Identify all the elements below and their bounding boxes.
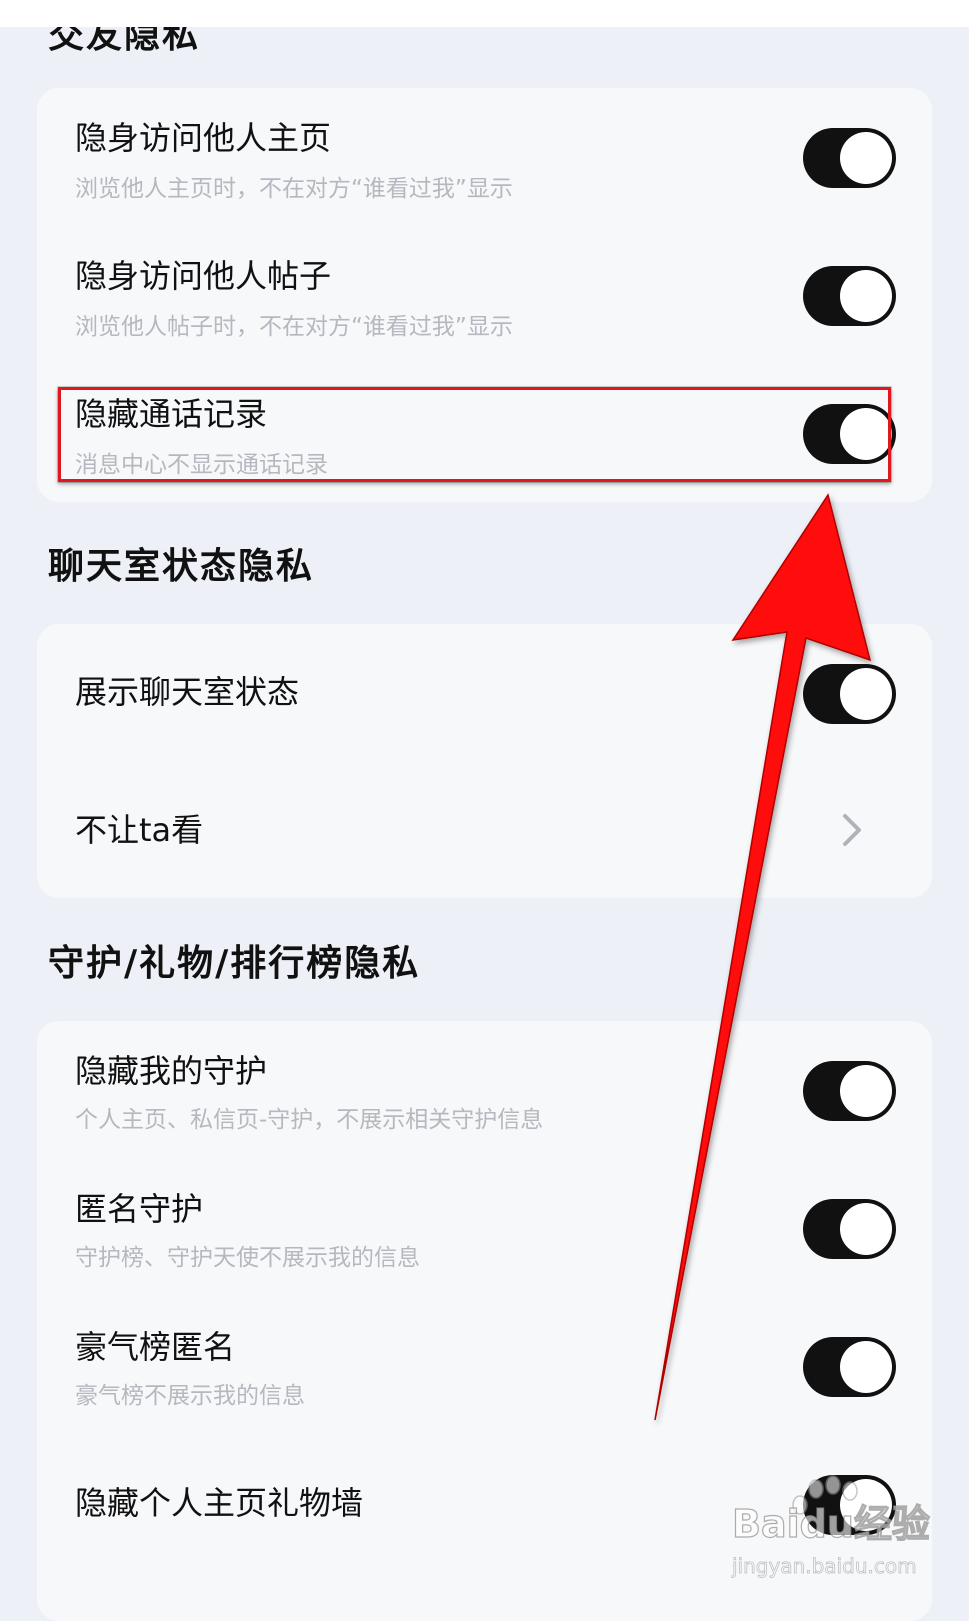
setting-title: 不让ta看 — [75, 811, 204, 849]
setting-description: 豪气榜不展示我的信息 — [75, 1383, 305, 1409]
setting-title: 隐身访问他人主页 — [75, 119, 332, 157]
hide-call-records-toggle[interactable] — [803, 404, 896, 464]
hide-my-guard-toggle[interactable] — [803, 1061, 896, 1121]
social-privacy-card: 隐身访问他人主页 浏览他人主页时，不在对方“谁看过我”显示 隐身访问他人帖子 浏… — [37, 88, 932, 502]
setting-title: 匿名守护 — [75, 1190, 204, 1228]
anonymous-guard-toggle[interactable] — [803, 1199, 896, 1259]
setting-row-anonymous-guard[interactable]: 匿名守护 守护榜、守护天使不展示我的信息 — [37, 1159, 932, 1297]
invisible-post-visit-toggle[interactable] — [803, 266, 896, 326]
section-title-chatroom-privacy: 聊天室状态隐私 — [48, 546, 315, 587]
toggle-knob — [840, 270, 892, 322]
setting-description: 消息中心不显示通话记录 — [75, 452, 328, 478]
status-bar-edge — [0, 0, 969, 27]
setting-row-invisible-post-visit[interactable]: 隐身访问他人帖子 浏览他人帖子时，不在对方“谁看过我”显示 — [37, 226, 932, 364]
toggle-knob — [840, 1479, 892, 1531]
toggle-knob — [840, 1341, 892, 1393]
setting-description: 浏览他人主页时，不在对方“谁看过我”显示 — [75, 176, 513, 202]
setting-row-hide-my-guard[interactable]: 隐藏我的守护 个人主页、私信页-守护，不展示相关守护信息 — [37, 1021, 932, 1159]
section-title-guard-gift-ranking-privacy: 守护/礼物/排行榜隐私 — [48, 943, 421, 984]
guard-gift-ranking-card: 隐藏我的守护 个人主页、私信页-守护，不展示相关守护信息 匿名守护 守护榜、守护… — [37, 1021, 932, 1621]
toggle-knob — [840, 132, 892, 184]
setting-description: 守护榜、守护天使不展示我的信息 — [75, 1245, 420, 1271]
chatroom-privacy-card: 展示聊天室状态 不让ta看 — [37, 624, 932, 898]
toggle-knob — [840, 1203, 892, 1255]
setting-title: 隐藏通话记录 — [75, 395, 268, 433]
setting-row-hide-call-records[interactable]: 隐藏通话记录 消息中心不显示通话记录 — [37, 364, 932, 502]
toggle-knob — [840, 1065, 892, 1117]
toggle-knob — [840, 408, 892, 460]
invisible-profile-visit-toggle[interactable] — [803, 128, 896, 188]
setting-title: 隐藏个人主页礼物墙 — [75, 1484, 364, 1522]
setting-title: 展示聊天室状态 — [75, 673, 300, 711]
setting-row-hide-from-users[interactable]: 不让ta看 — [37, 762, 932, 900]
hide-gift-wall-toggle[interactable] — [803, 1475, 896, 1535]
chevron-right-icon[interactable] — [837, 810, 867, 850]
setting-title: 豪气榜匿名 — [75, 1328, 236, 1366]
show-chatroom-status-toggle[interactable] — [803, 664, 896, 724]
setting-description: 浏览他人帖子时，不在对方“谁看过我”显示 — [75, 314, 513, 340]
setting-description: 个人主页、私信页-守护，不展示相关守护信息 — [75, 1107, 544, 1133]
setting-title: 隐身访问他人帖子 — [75, 257, 332, 295]
setting-row-show-chatroom-status[interactable]: 展示聊天室状态 — [37, 624, 932, 762]
setting-row-anonymous-rich-list[interactable]: 豪气榜匿名 豪气榜不展示我的信息 — [37, 1297, 932, 1435]
setting-row-invisible-profile-visit[interactable]: 隐身访问他人主页 浏览他人主页时，不在对方“谁看过我”显示 — [37, 88, 932, 226]
anonymous-rich-list-toggle[interactable] — [803, 1337, 896, 1397]
setting-title: 隐藏我的守护 — [75, 1052, 268, 1090]
toggle-knob — [840, 668, 892, 720]
setting-row-hide-gift-wall[interactable]: 隐藏个人主页礼物墙 — [37, 1435, 932, 1573]
